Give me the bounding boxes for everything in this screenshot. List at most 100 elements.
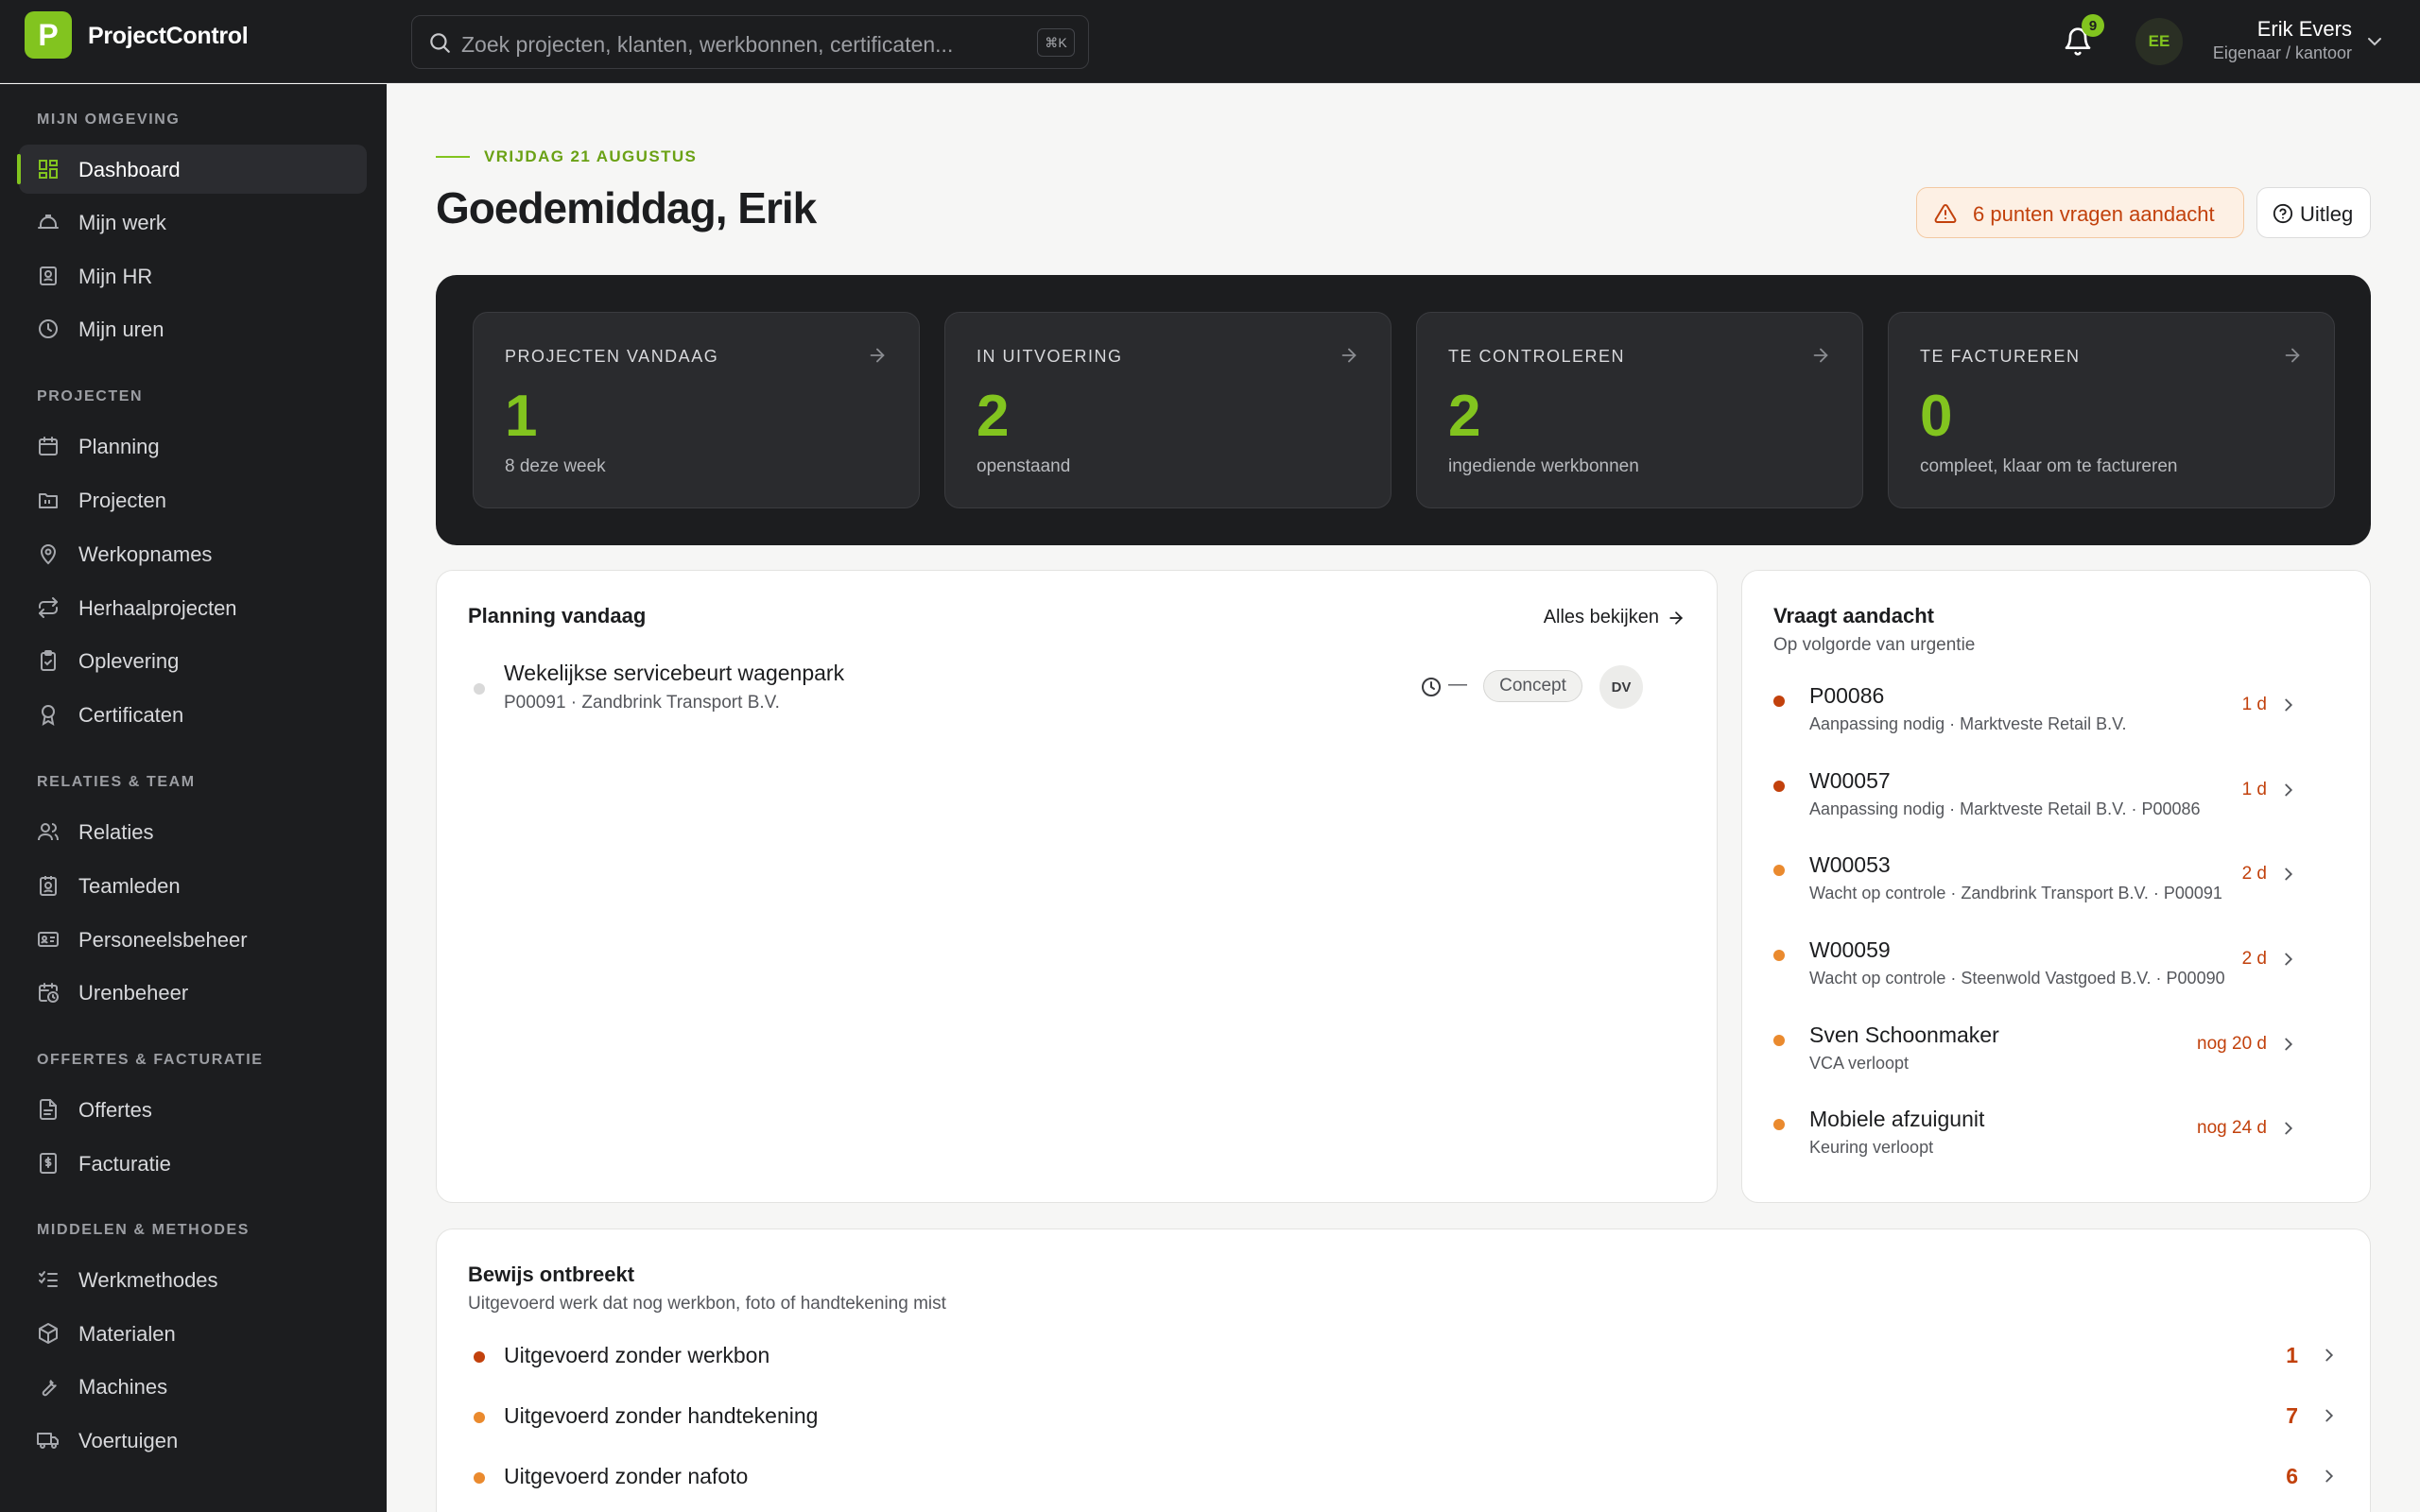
evidence-row-title: Uitgevoerd zonder werkbon <box>504 1343 770 1367</box>
attention-button[interactable]: 6 punten vragen aandacht <box>1916 187 2244 238</box>
planning-row-title: Wekelijkse servicebeurt wagenpark <box>504 661 845 685</box>
folder-icon <box>39 493 58 508</box>
planning-row[interactable]: Wekelijkse servicebeurt wagenpark P00091… <box>468 661 1687 723</box>
sidebar-item-label: Mijn uren <box>78 318 164 341</box>
map-pin-icon <box>40 544 57 565</box>
attention-row-age: 2 d <box>2241 864 2267 884</box>
attention-row-meta: Aanpassing nodig · Marktveste Retail B.V… <box>1809 799 2201 818</box>
users-icon <box>38 823 59 841</box>
kpi-card-te-factureren[interactable]: TE FACTUREREN 0 compleet, klaar om te fa… <box>1888 312 2335 508</box>
file-text-icon <box>40 1099 57 1120</box>
sidebar: MIJN OMGEVING Dashboard Mijn werk Mijn H… <box>0 84 387 1512</box>
evidence-row-title: Uitgevoerd zonder handtekening <box>504 1403 819 1428</box>
chevron-down-icon[interactable] <box>2363 30 2386 53</box>
sidebar-item-relaties[interactable]: Relaties <box>19 807 367 856</box>
attention-row[interactable]: W00059 Wacht op controle · Steenwold Vas… <box>1773 937 2341 1004</box>
kpi-subtitle: 8 deze week <box>505 456 606 476</box>
sidebar-item-teamleden[interactable]: Teamleden <box>19 861 367 910</box>
attention-row[interactable]: W00053 Wacht op controle · Zandbrink Tra… <box>1773 852 2341 919</box>
attention-row-title: W00053 <box>1809 852 1891 877</box>
arrow-right-icon <box>2285 348 2300 363</box>
urgency-dot <box>474 1412 485 1423</box>
sidebar-item-machines[interactable]: Machines <box>19 1362 367 1411</box>
kpi-card-in-uitvoering[interactable]: IN UITVOERING 2 openstaand <box>944 312 1392 508</box>
attention-row[interactable]: Sven Schoonmaker VCA verloopt nog 20 d <box>1773 1022 2341 1089</box>
evidence-row-title: Uitgevoerd zonder nafoto <box>504 1464 749 1488</box>
attention-row-age: nog 24 d <box>2197 1118 2267 1138</box>
attention-row[interactable]: Mobiele afzuigunit Keuring verloopt nog … <box>1773 1107 2341 1173</box>
search-shortcut: ⌘K <box>1037 28 1075 57</box>
avatar[interactable]: EE <box>2135 18 2183 65</box>
sidebar-item-certificaten[interactable]: Certificaten <box>19 690 367 739</box>
sidebar-item-voertuigen[interactable]: Voertuigen <box>19 1416 367 1465</box>
sidebar-item-werkmethodes[interactable]: Werkmethodes <box>19 1255 367 1304</box>
page-title: Goedemiddag, Erik <box>436 183 817 232</box>
chevron-right-icon <box>2285 1122 2293 1135</box>
kpi-card-te-controleren[interactable]: TE CONTROLEREN 2 ingediende werkbonnen <box>1416 312 1863 508</box>
sidebar-item-label: Mijn HR <box>78 265 153 288</box>
clipboard-check-icon <box>41 650 56 671</box>
kpi-title: TE CONTROLEREN <box>1448 347 1626 366</box>
top-bar: P ProjectControl Zoek projecten, klanten… <box>0 0 2420 83</box>
sidebar-item-personeelsbeheer[interactable]: Personeelsbeheer <box>19 915 367 964</box>
attention-row-meta: Aanpassing nodig · Marktveste Retail B.V… <box>1809 714 2127 733</box>
user-name[interactable]: Erik Evers <box>2257 17 2352 42</box>
see-all-link[interactable]: Alles bekijken <box>1544 607 1685 628</box>
search-input[interactable]: Zoek projecten, klanten, werkbonnen, cer… <box>411 15 1089 69</box>
sidebar-item-materialen[interactable]: Materialen <box>19 1309 367 1358</box>
sidebar-item-label: Urenbeheer <box>78 981 189 1005</box>
sidebar-item-mijn-werk[interactable]: Mijn werk <box>19 198 367 247</box>
assignee-avatar[interactable]: DV <box>1599 665 1643 709</box>
app-name[interactable]: ProjectControl <box>88 23 249 50</box>
evidence-row[interactable]: Uitgevoerd zonder handtekening 7 <box>468 1401 2340 1439</box>
sidebar-item-facturatie[interactable]: Facturatie <box>19 1139 367 1188</box>
user-role: Eigenaar / kantoor <box>2212 43 2352 62</box>
kpi-card-projecten-vandaag[interactable]: PROJECTEN VANDAAG 1 8 deze week <box>473 312 920 508</box>
warning-icon <box>1934 203 1957 223</box>
calendar-icon <box>39 437 58 455</box>
kpi-title: TE FACTUREREN <box>1920 347 2081 366</box>
attention-row-age: 1 d <box>2241 695 2267 714</box>
sidebar-item-label: Dashboard <box>78 158 181 181</box>
app-logo[interactable]: P <box>25 11 72 59</box>
evidence-row[interactable]: Uitgevoerd zonder nafoto 6 <box>468 1462 2340 1500</box>
notification-badge: 9 <box>2082 14 2104 37</box>
sidebar-item-offertes[interactable]: Offertes <box>19 1085 367 1134</box>
evidence-row-count: 1 <box>2286 1343 2298 1367</box>
sidebar-item-label: Offertes <box>78 1098 152 1122</box>
attention-label: 6 punten vragen aandacht <box>1973 202 2215 226</box>
sidebar-item-label: Voertuigen <box>78 1429 179 1452</box>
help-button[interactable]: Uitleg <box>2256 187 2371 238</box>
attention-row-title: Mobiele afzuigunit <box>1809 1107 1985 1131</box>
current-date: VRIJDAG 21 AUGUSTUS <box>484 147 698 165</box>
kpi-value: 2 <box>1448 384 1481 449</box>
status-dot <box>474 683 485 695</box>
list-checks-icon <box>39 1271 58 1287</box>
kpi-subtitle: ingediende werkbonnen <box>1448 456 1639 476</box>
sidebar-section-title: MIDDELEN & METHODES <box>37 1222 251 1238</box>
sidebar-item-label: Materialen <box>78 1322 176 1346</box>
kpi-title: PROJECTEN VANDAAG <box>505 347 719 366</box>
sidebar-item-planning[interactable]: Planning <box>19 421 367 471</box>
sidebar-item-herhaalprojecten[interactable]: Herhaalprojecten <box>19 583 367 632</box>
sidebar-item-dashboard[interactable]: Dashboard <box>17 145 367 194</box>
kpi-value: 0 <box>1920 384 1953 449</box>
evidence-row[interactable]: Uitgevoerd zonder werkbon 1 <box>468 1341 2340 1379</box>
evidence-title: Bewijs ontbreekt <box>468 1263 635 1286</box>
receipt-icon <box>40 1153 57 1174</box>
kpi-value: 2 <box>977 384 1010 449</box>
sidebar-item-label: Projecten <box>78 489 166 512</box>
attention-row[interactable]: P00086 Aanpassing nodig · Marktveste Ret… <box>1773 683 2341 749</box>
evidence-row-count: 7 <box>2286 1403 2298 1428</box>
sidebar-section-title: PROJECTEN <box>37 388 144 404</box>
kpi-strip: PROJECTEN VANDAAG 1 8 deze week IN UITVO… <box>436 275 2371 545</box>
sidebar-item-label: Certificaten <box>78 703 184 727</box>
sidebar-item-werkopnames[interactable]: Werkopnames <box>19 529 367 578</box>
package-icon <box>39 1323 58 1344</box>
sidebar-item-mijn-hr[interactable]: Mijn HR <box>19 251 367 301</box>
sidebar-item-mijn-uren[interactable]: Mijn uren <box>19 304 367 353</box>
sidebar-item-urenbeheer[interactable]: Urenbeheer <box>19 968 367 1017</box>
sidebar-item-projecten[interactable]: Projecten <box>19 475 367 524</box>
attention-row[interactable]: W00057 Aanpassing nodig · Marktveste Ret… <box>1773 768 2341 834</box>
sidebar-item-oplevering[interactable]: Oplevering <box>19 636 367 685</box>
